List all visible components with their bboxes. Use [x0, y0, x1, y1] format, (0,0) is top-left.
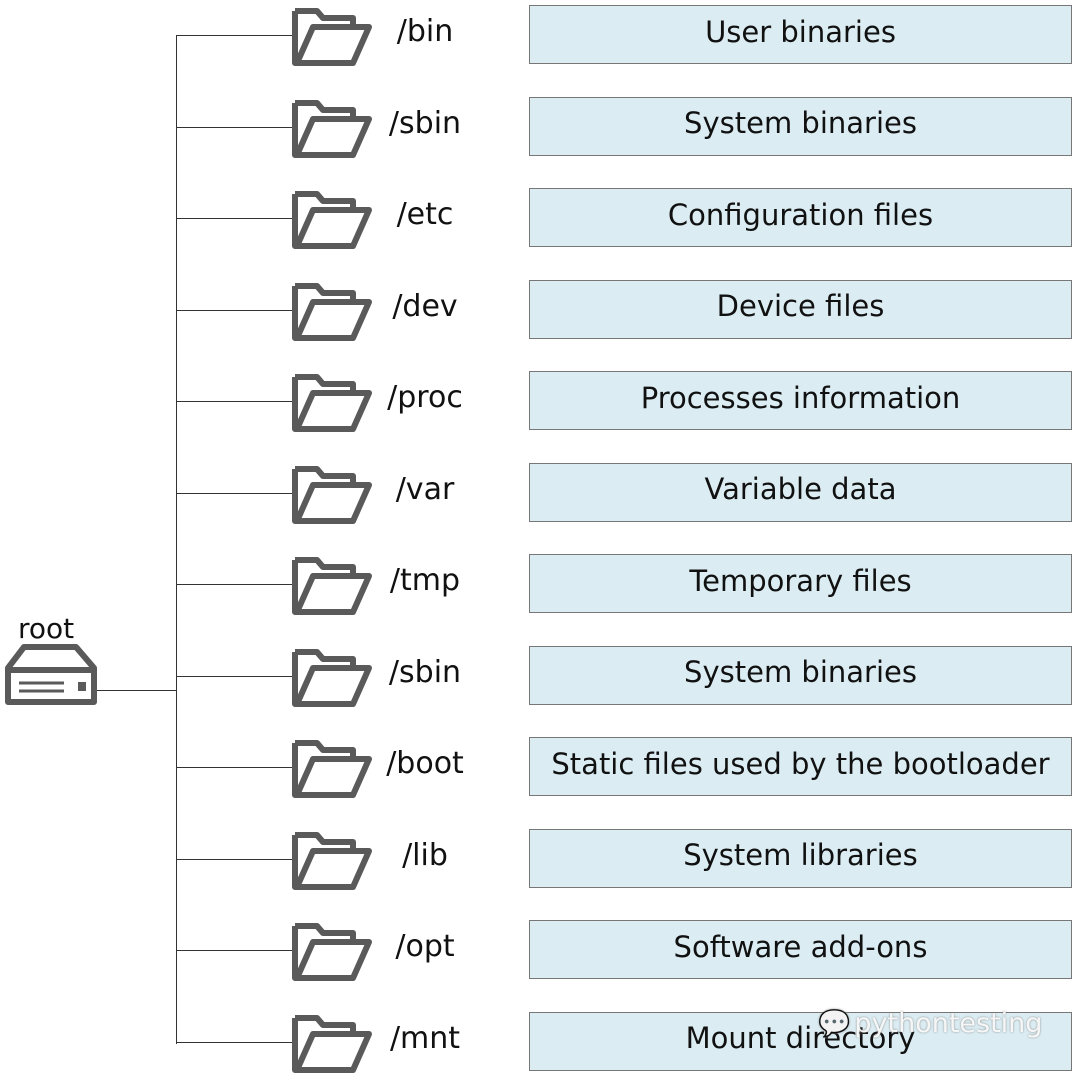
directory-description: Static files used by the bootloader [529, 737, 1072, 796]
branch-line [176, 126, 292, 128]
branch-line [176, 584, 292, 585]
directory-description: System libraries [529, 828, 1072, 888]
directory-description: System binaries [529, 645, 1072, 705]
branch-line [176, 401, 292, 402]
watermark-text: pythontesting [854, 1008, 1043, 1039]
directory-name: /lib [402, 837, 448, 873]
root-label: root [18, 612, 75, 645]
directory-name: /sbin [388, 654, 462, 690]
directory-description: User binaries [529, 5, 1072, 64]
hard-drive-icon [5, 644, 97, 705]
directory-name: /tmp [389, 563, 461, 598]
directory-description: Variable data [529, 462, 1072, 522]
tree-trunk-line [176, 35, 177, 1044]
watermark: 💬 pythontesting [818, 1008, 1042, 1039]
directory-name: /mnt [389, 1020, 461, 1056]
directory-name: /proc [387, 380, 463, 415]
wechat-icon: 💬 [818, 1008, 851, 1039]
directory-name: /etc [396, 197, 454, 232]
directory-name: /dev [392, 288, 458, 324]
branch-line [176, 309, 292, 311]
branch-line [176, 858, 292, 860]
directory-name: /sbin [388, 105, 462, 141]
directory-name: /var [395, 471, 455, 507]
directory-description: System binaries [529, 96, 1072, 156]
branch-line [176, 492, 292, 494]
directory-name: /boot [386, 746, 464, 781]
branch-line [176, 35, 292, 36]
branch-line [176, 218, 292, 219]
branch-line [176, 675, 292, 677]
directory-description: Software add-ons [529, 920, 1072, 979]
directory-name: /opt [395, 929, 455, 964]
directory-description: Device files [529, 279, 1072, 339]
directory-description: Processes information [529, 371, 1072, 430]
root-connector-line [97, 690, 177, 691]
directory-description: Temporary files [529, 554, 1072, 613]
directory-name: /bin [396, 14, 454, 49]
directory-description: Configuration files [529, 188, 1072, 247]
branch-line [176, 1041, 292, 1043]
branch-line [176, 950, 292, 951]
branch-line [176, 767, 292, 768]
